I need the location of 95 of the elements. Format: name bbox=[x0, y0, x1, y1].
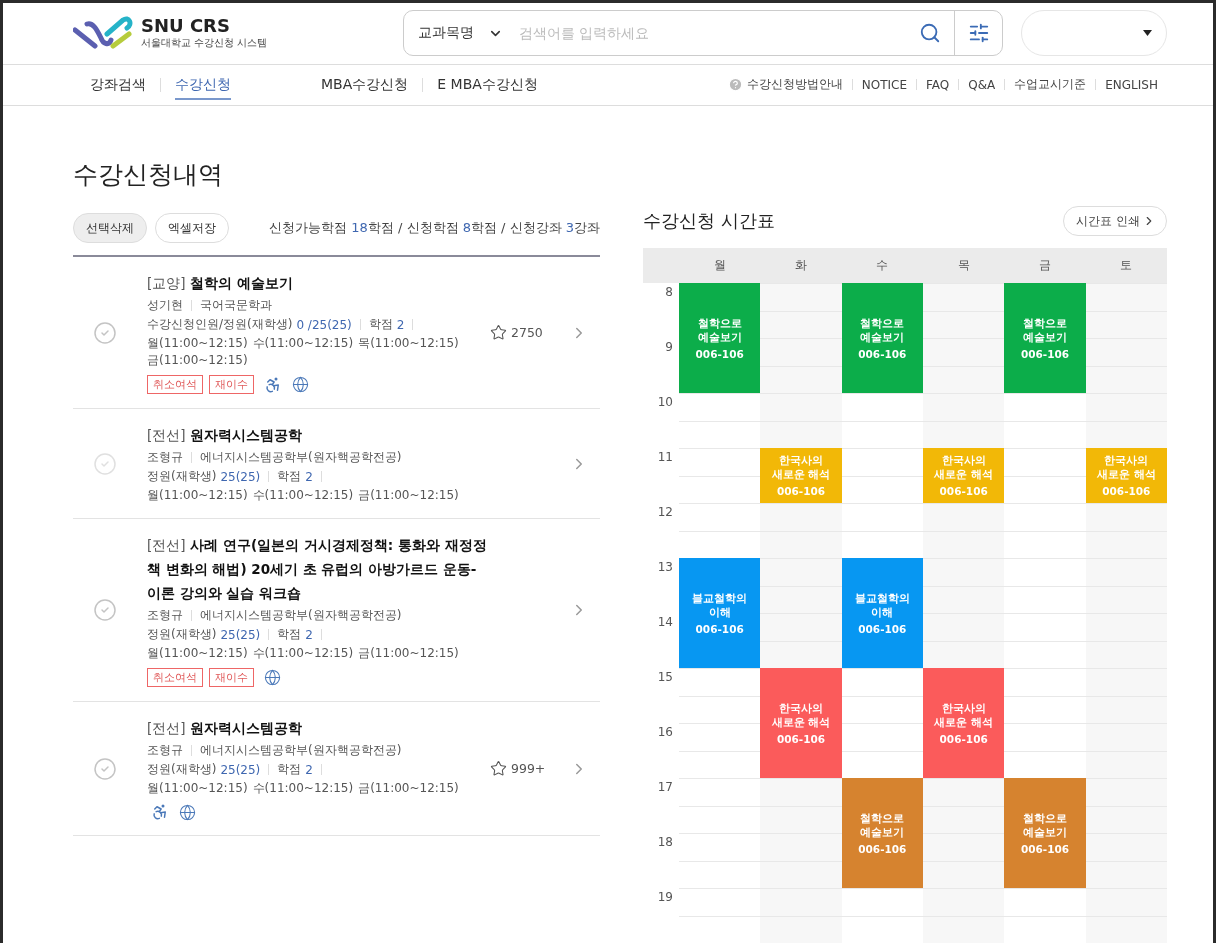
page-title: 수강신청내역 bbox=[73, 159, 224, 191]
day-header: 토 bbox=[1085, 248, 1167, 283]
hour-label: 11 bbox=[656, 449, 674, 466]
capacity-label: 정원(재학생) bbox=[147, 468, 217, 485]
select-check-icon[interactable] bbox=[93, 598, 117, 622]
select-check-icon[interactable] bbox=[93, 320, 117, 345]
day-header: 목 bbox=[923, 248, 1005, 283]
capacity-value: 0 /25(25) bbox=[296, 317, 352, 332]
professor: 조형규 bbox=[147, 742, 183, 759]
search-field[interactable]: 교과목명 검색어를 입력하세요 bbox=[403, 10, 1003, 57]
logo-icon bbox=[73, 16, 135, 51]
hour-label: 14 bbox=[656, 614, 674, 631]
course-title: [전선] 사례 연구(일본의 거시경제정책: 통화와 재정정책 변화의 해법) 20세기 초 유럽의 아방가르드 운동- 이론 강의와 실습 워크숍 bbox=[147, 536, 488, 603]
credit-label: 학점 bbox=[277, 468, 302, 485]
header-link[interactable]: 수업교시기준 bbox=[1014, 76, 1087, 94]
hour-label: 9 bbox=[664, 339, 674, 356]
hour-label: 8 bbox=[664, 284, 674, 301]
capacity-value: 25(25) bbox=[220, 762, 261, 777]
nav-tab[interactable]: E MBA수강신청 bbox=[437, 69, 538, 100]
credit-value: 2 bbox=[396, 317, 405, 332]
star-icon[interactable] bbox=[490, 760, 507, 777]
department: 에너지시스템공학부(원자핵공학전공) bbox=[200, 449, 402, 466]
select-check-icon[interactable] bbox=[93, 756, 117, 781]
logo-title: SNU CRS bbox=[141, 16, 231, 37]
capacity-label: 수강신청인원/정원(재학생) bbox=[147, 316, 293, 333]
dropdown-arrow-icon bbox=[1143, 30, 1152, 37]
header-link[interactable]: NOTICE bbox=[861, 77, 907, 92]
star-count: 999+ bbox=[511, 761, 546, 776]
print-timetable-button[interactable]: 시간표 인쇄 bbox=[1063, 206, 1167, 236]
nav-tab[interactable]: 강좌검색 bbox=[90, 69, 146, 100]
schedule-slot: 금(11:00~12:15) bbox=[358, 645, 459, 662]
star-count: 2750 bbox=[511, 325, 543, 340]
header-link[interactable]: ENGLISH bbox=[1105, 77, 1158, 92]
schedule-slot: 월(11:00~12:15) bbox=[147, 645, 248, 662]
hour-label: 10 bbox=[656, 394, 674, 411]
nav-tab[interactable]: 수강신청 bbox=[175, 69, 231, 100]
capacity-label: 정원(재학생) bbox=[147, 761, 217, 778]
schedule-slot: 수(11:00~12:15) bbox=[252, 780, 354, 797]
capacity-label: 정원(재학생) bbox=[147, 626, 217, 643]
help-icon bbox=[727, 77, 743, 93]
department: 국어국문학과 bbox=[200, 297, 272, 314]
credit-summary: 신청가능학점 18학점 / 신청학점 8학점 / 신청강좌 3강좌 bbox=[269, 219, 600, 237]
logo-subtitle: 서울대학교 수강신청 시스템 bbox=[141, 36, 268, 51]
schedule-slot: 금(11:00~12:15) bbox=[358, 780, 459, 797]
capacity-value: 25(25) bbox=[220, 469, 261, 484]
capacity-value: 25(25) bbox=[220, 627, 261, 642]
schedule-slot: 목(11:00~12:15) bbox=[358, 335, 459, 352]
credit-value: 2 bbox=[305, 627, 313, 642]
course-title: [전선] 원자력시스템공학 bbox=[147, 426, 304, 445]
professor: 조형규 bbox=[147, 607, 183, 624]
course-tag: 재이수 bbox=[209, 375, 254, 394]
course-tag: 취소여석 bbox=[147, 375, 203, 394]
hour-label: 15 bbox=[656, 669, 674, 686]
schedule-slot: 월(11:00~12:15) bbox=[147, 780, 248, 797]
credit-label: 학점 bbox=[368, 316, 393, 333]
hour-label: 13 bbox=[656, 559, 674, 576]
hour-label: 16 bbox=[656, 724, 674, 741]
course-title: [교양] 철학의 예술보기 bbox=[147, 274, 294, 293]
schedule-slot: 수(11:00~12:15) bbox=[252, 487, 354, 504]
course-tag: 취소여석 bbox=[147, 668, 203, 687]
professor: 조형규 bbox=[147, 449, 183, 466]
schedule-slot: 금(11:00~12:15) bbox=[147, 352, 248, 369]
day-header: 월 bbox=[679, 248, 761, 283]
delete-selected-button[interactable]: 선택삭제 bbox=[73, 213, 147, 243]
schedule-slot: 금(11:00~12:15) bbox=[358, 487, 459, 504]
corner-cell bbox=[643, 248, 679, 283]
header-link[interactable]: 수강신청방법안내 bbox=[746, 76, 843, 94]
department: 에너지시스템공학부(원자핵공학전공) bbox=[200, 742, 402, 759]
course-title: [전선] 원자력시스템공학 bbox=[147, 719, 304, 738]
day-header: 수 bbox=[841, 248, 923, 283]
search-scope-select[interactable]: 교과목명 bbox=[404, 24, 517, 43]
nav-tab[interactable]: MBA수강신청 bbox=[321, 69, 409, 100]
professor: 성기현 bbox=[147, 297, 183, 314]
sliders-icon bbox=[967, 22, 990, 45]
day-header: 화 bbox=[760, 248, 842, 283]
credit-value: 2 bbox=[305, 469, 313, 484]
day-header: 금 bbox=[1004, 248, 1086, 283]
hour-label: 17 bbox=[656, 779, 674, 796]
header-link[interactable]: Q&A bbox=[968, 77, 996, 92]
hour-label: 19 bbox=[656, 889, 674, 906]
star-icon[interactable] bbox=[490, 324, 507, 341]
hour-label: 18 bbox=[656, 834, 674, 851]
credit-label: 학점 bbox=[277, 626, 302, 643]
course-tag: 재이수 bbox=[209, 668, 254, 687]
credit-value: 2 bbox=[305, 762, 313, 777]
hour-label: 12 bbox=[656, 504, 674, 521]
timetable-title: 수강신청 시간표 bbox=[643, 209, 775, 233]
schedule-slot: 수(11:00~12:15) bbox=[252, 335, 354, 352]
schedule-slot: 월(11:00~12:15) bbox=[147, 335, 248, 352]
schedule-slot: 수(11:00~12:15) bbox=[252, 645, 354, 662]
credit-label: 학점 bbox=[277, 761, 302, 778]
schedule-slot: 월(11:00~12:15) bbox=[147, 487, 248, 504]
excel-save-button[interactable]: 엑셀저장 bbox=[155, 213, 229, 243]
department: 에너지시스템공학부(원자핵공학전공) bbox=[200, 607, 402, 624]
header-link[interactable]: FAQ bbox=[926, 77, 950, 92]
